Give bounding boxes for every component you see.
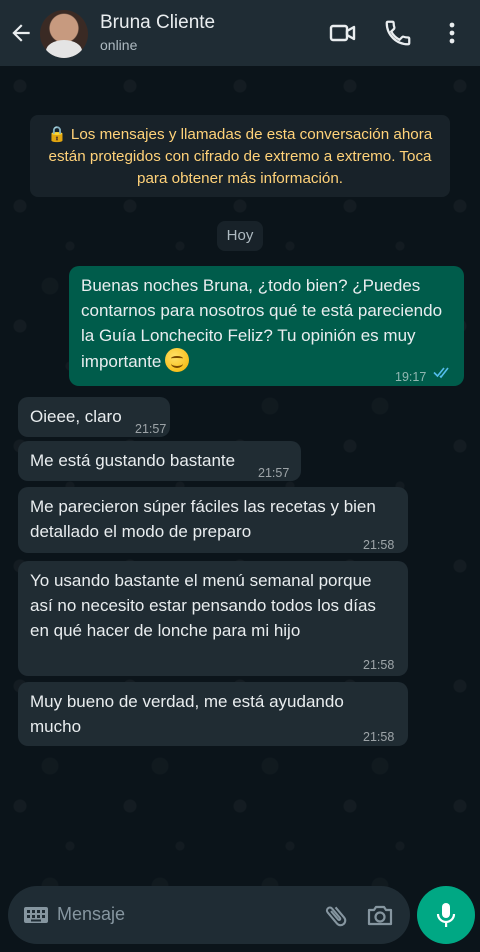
message-time: 21:58: [363, 538, 395, 552]
message-time: 21:57: [135, 422, 167, 436]
more-options-icon[interactable]: [437, 18, 467, 48]
camera-icon[interactable]: [366, 902, 394, 928]
message-text: Me está gustando bastante: [30, 451, 236, 470]
message-text: Oieee, claro: [30, 407, 122, 426]
keyboard-icon[interactable]: [23, 904, 49, 926]
chat-header: Bruna Cliente online: [0, 0, 480, 66]
voice-message-button[interactable]: [417, 886, 475, 944]
message-time: 21:58: [363, 658, 395, 672]
message-time: 19:17: [395, 370, 427, 384]
message-bubble-incoming[interactable]: Me parecieron súper fáciles las recetas …: [18, 487, 408, 553]
message-text: Me parecieron súper fáciles las recetas …: [30, 497, 376, 541]
contact-status: online: [100, 37, 138, 53]
message-bubble-incoming[interactable]: Muy bueno de verdad, me está ayudando mu…: [18, 682, 408, 746]
message-bubble-outgoing[interactable]: Buenas noches Bruna, ¿todo bien? ¿Puedes…: [69, 266, 464, 386]
microphone-icon: [436, 903, 456, 927]
message-text: Buenas noches Bruna, ¿todo bien? ¿Puedes…: [81, 276, 443, 371]
back-arrow-icon[interactable]: [8, 20, 34, 46]
contact-name[interactable]: Bruna Cliente: [100, 12, 215, 34]
attach-icon[interactable]: [322, 902, 350, 930]
message-text: Yo usando bastante el menú semanal porqu…: [30, 571, 376, 640]
smiling-face-icon: [165, 348, 190, 372]
message-input[interactable]: Mensaje: [57, 904, 125, 925]
date-chip: Hoy: [217, 221, 263, 251]
message-bubble-incoming[interactable]: Oieee, claro 21:57: [18, 397, 170, 437]
avatar[interactable]: [40, 10, 88, 58]
message-text: Muy bueno de verdad, me está ayudando mu…: [30, 692, 344, 736]
message-bubble-incoming[interactable]: Yo usando bastante el menú semanal porqu…: [18, 561, 408, 676]
message-input-bar[interactable]: Mensaje: [8, 886, 410, 944]
message-time: 21:58: [363, 730, 395, 744]
video-call-icon[interactable]: [328, 18, 358, 48]
message-bubble-incoming[interactable]: Me está gustando bastante 21:57: [18, 441, 301, 481]
message-time: 21:57: [258, 466, 290, 480]
voice-call-icon[interactable]: [383, 18, 413, 48]
read-receipt-icon: [433, 367, 449, 379]
encryption-notice[interactable]: 🔒 Los mensajes y llamadas de esta conver…: [30, 115, 450, 197]
